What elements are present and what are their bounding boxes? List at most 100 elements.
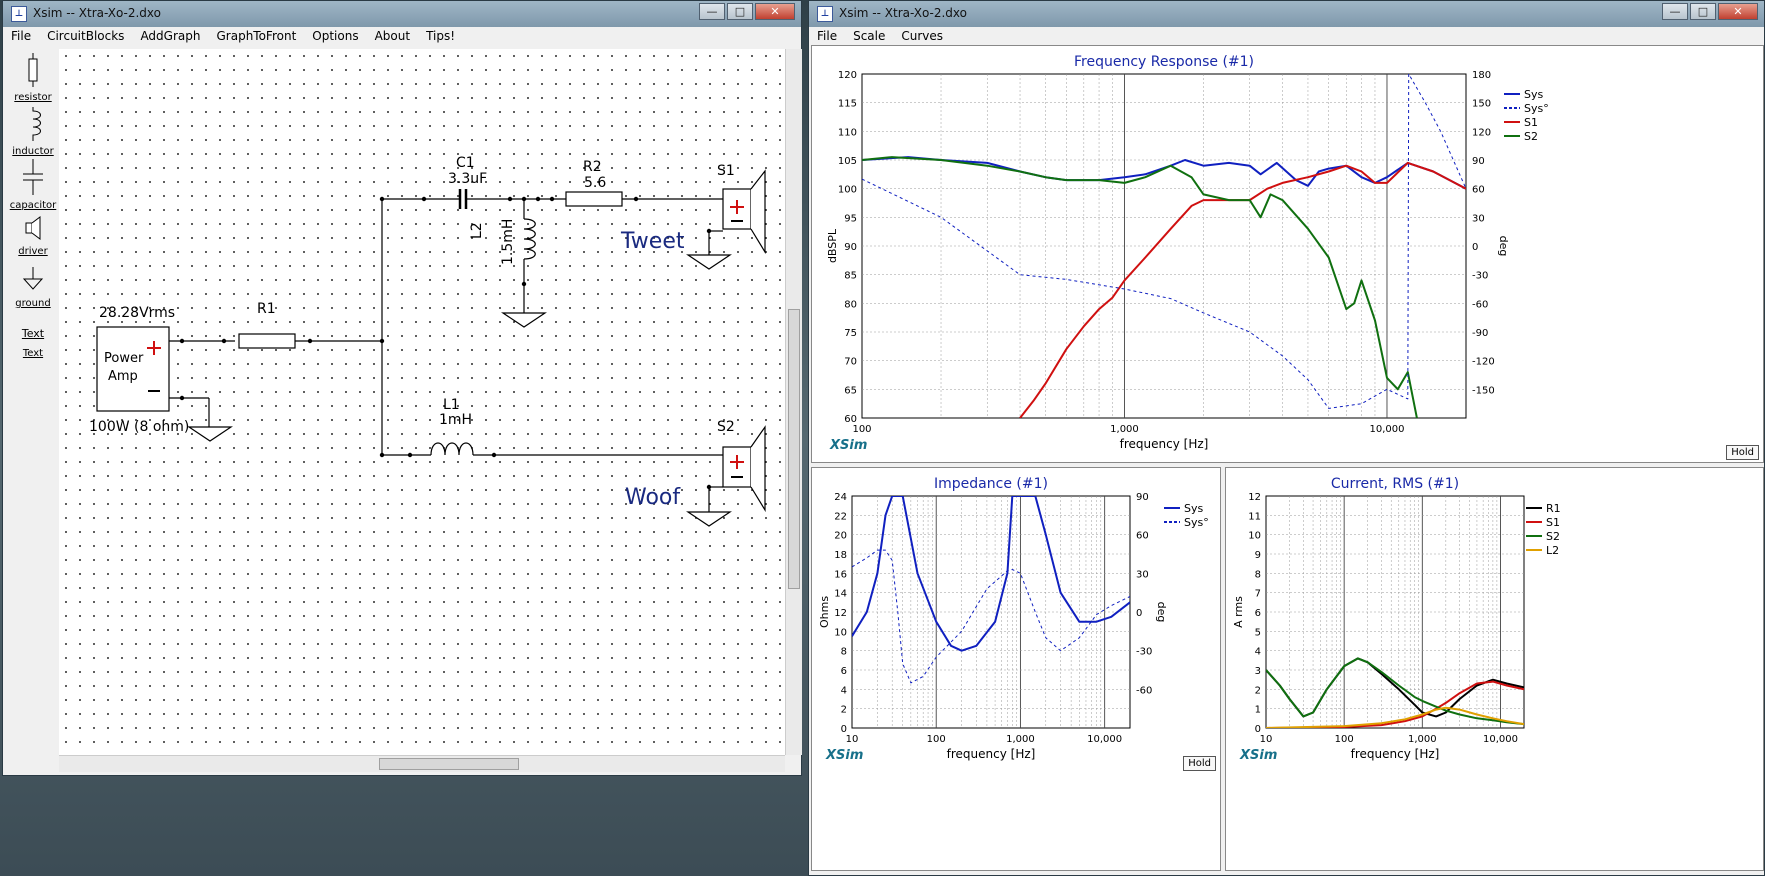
- freq-hold-button[interactable]: Hold: [1726, 445, 1759, 460]
- y-tick-label: 115: [838, 99, 857, 110]
- y-tick-label: 3: [1255, 666, 1261, 677]
- imp-brand: XSim: [826, 748, 864, 763]
- graph-maximize-button[interactable]: □: [1690, 3, 1716, 20]
- capacitor-icon: [23, 159, 43, 195]
- legend-label: Sys: [1184, 502, 1203, 515]
- y-tick-label: 80: [844, 299, 857, 310]
- menu-file[interactable]: File: [3, 27, 39, 47]
- y-tick-label: 9: [1255, 550, 1261, 561]
- menu-addgraph[interactable]: AddGraph: [132, 27, 208, 47]
- impedance-chart: 2422201816141210864209060300-30-6010 100 1…: [818, 476, 1209, 761]
- chart-title: Impedance (#1): [934, 476, 1048, 492]
- tool-label-ground: ground: [15, 298, 51, 309]
- y-tick-label: 7: [1255, 589, 1261, 600]
- r2-label: R2: [583, 159, 602, 175]
- graph-menu-bar: File Scale Curves: [809, 27, 1764, 45]
- x-tick-label: 10: [846, 734, 859, 745]
- x-tick-label: 10,000: [1483, 734, 1518, 745]
- legend-label: Sys°: [1184, 516, 1209, 529]
- y-tick-label: 5: [1255, 627, 1261, 638]
- tool-inductor[interactable]: inductor: [9, 107, 57, 157]
- maximize-button[interactable]: □: [727, 3, 753, 20]
- toolbox: resistor inductor capacitor driver groun…: [9, 49, 57, 369]
- resistor-icon: [28, 53, 38, 87]
- y-tick-label: 75: [844, 328, 857, 339]
- minimize-button[interactable]: —: [699, 3, 725, 20]
- resistor-r2[interactable]: [565, 191, 623, 207]
- y2-tick-label: 30: [1472, 213, 1485, 224]
- impedance-panel[interactable]: 24 22 20 18 16 14 12 10 8 6 4 2 0 90 60 30 0 -30 -60 10 100 1…: [811, 467, 1221, 871]
- title-bar[interactable]: ⊥ Xsim -- Xtra-Xo-2.dxo — □ ✕: [3, 1, 801, 27]
- tool-ground[interactable]: ground: [9, 267, 57, 309]
- y-tick-label: 10: [834, 627, 847, 638]
- graph-menu-curves[interactable]: Curves: [893, 27, 951, 45]
- y2-tick-label: 60: [1472, 185, 1485, 196]
- woof-label: Woof: [625, 485, 681, 510]
- y-tick-label: 105: [838, 156, 857, 167]
- x-tick-label: 10,000: [1087, 734, 1122, 745]
- x-tick-label: 1,000: [1408, 734, 1437, 745]
- horizontal-scroll-thumb[interactable]: [379, 758, 519, 770]
- legend-label: Sys: [1524, 88, 1543, 101]
- tool-driver[interactable]: driver: [9, 215, 57, 257]
- y-tick-label: 100: [838, 185, 857, 196]
- close-button[interactable]: ✕: [755, 3, 795, 20]
- vertical-scrollbar[interactable]: [785, 49, 802, 755]
- legend-label: S2: [1546, 530, 1560, 543]
- x-axis-label: frequency [Hz]: [1351, 747, 1440, 761]
- graph-menu-scale[interactable]: Scale: [845, 27, 893, 45]
- horizontal-scrollbar[interactable]: [59, 755, 785, 772]
- imp-hold-button[interactable]: Hold: [1183, 756, 1216, 771]
- menu-options[interactable]: Options: [304, 27, 366, 47]
- x-tick-label: 100: [852, 424, 871, 435]
- y2-tick-label: 90: [1472, 156, 1485, 167]
- tool-label-text: Text: [22, 348, 44, 359]
- current-panel[interactable]: 12 11 10 9 8 7 6 5 4 3 2 1 0 10 100 1,000 10,000 Current,…: [1225, 467, 1764, 871]
- vertical-scroll-thumb[interactable]: [788, 309, 800, 589]
- menu-circuitblocks[interactable]: CircuitBlocks: [39, 27, 132, 47]
- menu-graphtofront[interactable]: GraphToFront: [208, 27, 304, 47]
- window-title: Xsim -- Xtra-Xo-2.dxo: [33, 6, 161, 20]
- schematic-canvas[interactable]: 28.28Vrms Power Amp 100W (8 ohm) R1 C1 3…: [59, 49, 785, 755]
- tool-resistor[interactable]: resistor: [9, 53, 57, 103]
- source-name-label: Power: [104, 351, 144, 366]
- y-axis-label: Ohms: [818, 596, 831, 628]
- x-tick-label: 10,000: [1369, 424, 1404, 435]
- freq-response-panel[interactable]: 120 115 110 105 100 95 90 85 80 75 70 65 60 180 150 120…: [811, 45, 1764, 463]
- menu-tips[interactable]: Tips!: [418, 27, 463, 47]
- ground-icon: [22, 267, 44, 290]
- inductor-l1[interactable]: [430, 442, 474, 456]
- tool-capacitor[interactable]: capacitor: [9, 159, 57, 211]
- graph-menu-file[interactable]: File: [809, 27, 845, 45]
- legend-label: S2: [1524, 130, 1538, 143]
- y-tick-label: 24: [834, 492, 847, 503]
- graph-title-bar[interactable]: ⊥ Xsim -- Xtra-Xo-2.dxo — □ ✕: [809, 1, 1764, 27]
- y-tick-label: 1: [1255, 705, 1261, 716]
- legend-label: Sys°: [1524, 102, 1549, 115]
- tool-text[interactable]: Text Text: [9, 327, 57, 359]
- y-tick-label: 2: [1255, 685, 1261, 696]
- graph-window: ⊥ Xsim -- Xtra-Xo-2.dxo — □ ✕ File Scale…: [808, 0, 1765, 876]
- ground-symbol-s1: [686, 254, 732, 270]
- y2-tick-label: -120: [1472, 357, 1495, 368]
- y-tick-label: 110: [838, 127, 857, 138]
- y-axis-label: dBSPL: [826, 228, 839, 263]
- y-tick-label: 12: [1248, 492, 1261, 503]
- y-tick-label: 10: [1248, 531, 1261, 542]
- y-tick-label: 70: [844, 357, 857, 368]
- legend-label: S1: [1524, 116, 1538, 129]
- menu-about[interactable]: About: [367, 27, 418, 47]
- resistor-r1[interactable]: [238, 333, 296, 349]
- y-tick-label: 8: [1255, 569, 1261, 580]
- y2-tick-label: 0: [1136, 608, 1142, 619]
- legend-label: R1: [1546, 502, 1561, 515]
- l1-value-label: 1mH: [439, 412, 473, 428]
- inductor-l2[interactable]: [523, 218, 536, 260]
- r2-value-label: 5.6: [584, 175, 607, 191]
- y-tick-label: 120: [838, 70, 857, 81]
- graph-minimize-button[interactable]: —: [1662, 3, 1688, 20]
- y2-tick-label: 60: [1136, 531, 1149, 542]
- graph-close-button[interactable]: ✕: [1718, 3, 1758, 20]
- y-tick-label: 2: [841, 705, 847, 716]
- x-tick-label: 1,000: [1110, 424, 1139, 435]
